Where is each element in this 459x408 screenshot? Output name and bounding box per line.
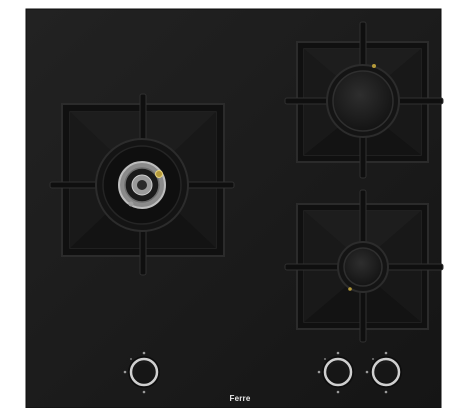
gas-hob	[25, 8, 444, 408]
ignition-electrode	[348, 287, 352, 291]
flame-sensor	[128, 201, 134, 207]
ignition-electrode	[372, 64, 376, 68]
front-right-burner	[337, 241, 389, 293]
wok-burner	[95, 138, 189, 232]
ignition-electrode	[155, 170, 163, 178]
rear-right-burner	[326, 64, 400, 138]
brand-logo: Ferre	[229, 394, 251, 403]
